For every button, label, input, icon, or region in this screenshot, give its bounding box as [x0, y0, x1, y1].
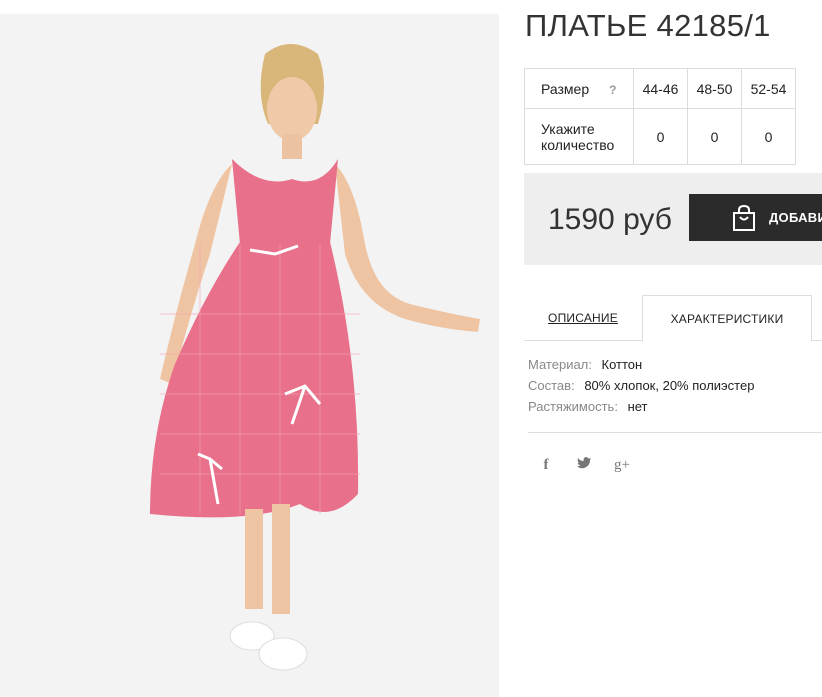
size-option: 48-50	[687, 68, 742, 109]
size-label: Размер	[541, 80, 590, 97]
shopping-bag-icon	[733, 204, 755, 231]
tab-specs[interactable]: ХАРАКТЕРИСТИКИ	[642, 295, 812, 342]
facebook-icon[interactable]: f	[538, 456, 554, 474]
add-to-cart-button[interactable]: ДОБАВИТЬ	[689, 194, 822, 241]
quantity-input[interactable]: 0	[741, 108, 796, 165]
divider	[528, 432, 822, 433]
tab-description[interactable]: ОПИСАНИЕ	[524, 295, 642, 341]
add-to-cart-label: ДОБАВИТЬ	[769, 210, 822, 225]
quantity-label: Укажите количество	[541, 120, 615, 153]
product-tabs: ОПИСАНИЕ ХАРАКТЕРИСТИКИ	[524, 295, 822, 342]
spec-value: 80% хлопок, 20% полиэстер	[584, 378, 755, 393]
size-option: 52-54	[741, 68, 796, 109]
size-help-icon[interactable]: ?	[609, 83, 616, 97]
quantity-input[interactable]: 0	[633, 108, 688, 165]
quantity-input[interactable]: 0	[687, 108, 742, 165]
specs-list: Материал: Коттон Состав: 80% хлопок, 20%…	[528, 357, 754, 420]
product-title: ПЛАТЬЕ 42185/1	[525, 8, 771, 43]
size-row: Размер? 44-46 48-50 52-54	[524, 68, 796, 109]
spec-key: Материал:	[528, 357, 592, 372]
size-label-cell: Размер?	[524, 68, 634, 109]
twitter-icon[interactable]	[576, 456, 592, 474]
spec-row: Растяжимость: нет	[528, 399, 754, 420]
spec-value: нет	[627, 399, 648, 414]
spec-row: Состав: 80% хлопок, 20% полиэстер	[528, 378, 754, 399]
quantity-row: Укажите количество 0 0 0	[524, 108, 796, 165]
buy-box: 1590 руб ДОБАВИТЬ	[524, 173, 822, 265]
size-option: 44-46	[633, 68, 688, 109]
spec-row: Материал: Коттон	[528, 357, 754, 378]
social-share: f g+	[538, 456, 630, 474]
product-price: 1590 руб	[548, 203, 672, 236]
spec-key: Растяжимость:	[528, 399, 618, 414]
spec-key: Состав:	[528, 378, 575, 393]
quantity-label-cell: Укажите количество	[524, 108, 634, 165]
size-quantity-table: Размер? 44-46 48-50 52-54 Укажите количе…	[524, 68, 796, 165]
google-plus-icon[interactable]: g+	[614, 456, 630, 474]
product-photo[interactable]	[0, 14, 499, 697]
spec-value: Коттон	[601, 357, 643, 372]
